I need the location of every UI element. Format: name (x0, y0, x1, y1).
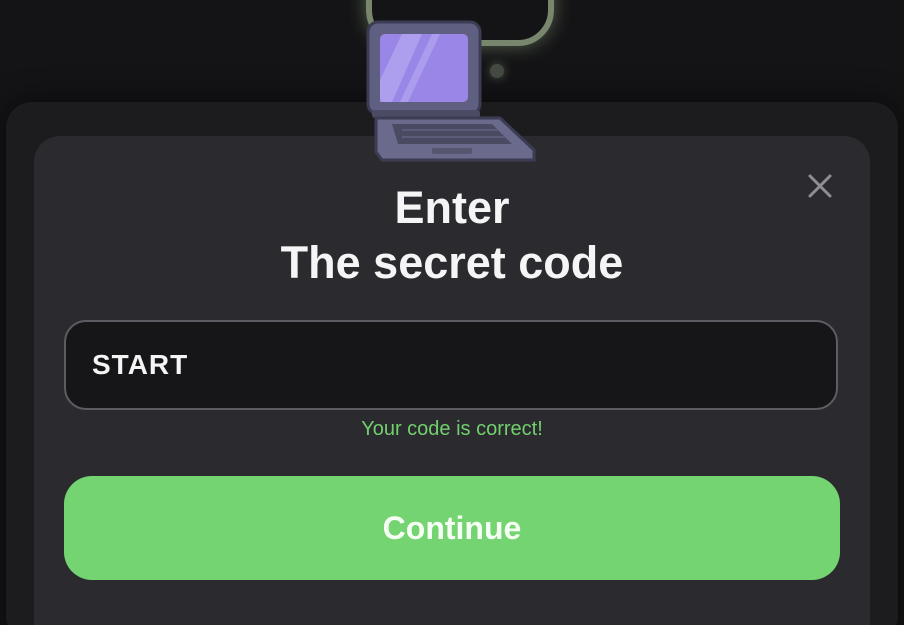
validation-message: Your code is correct! (361, 418, 543, 440)
dialog-title-line-1: Enter (394, 182, 510, 233)
continue-button[interactable]: Continue (64, 476, 840, 580)
secret-code-input[interactable] (64, 320, 838, 410)
secret-code-dialog: Enter The secret code Your code is corre… (34, 136, 870, 625)
dialog-title-line-2: The secret code (280, 237, 624, 288)
app-screen: Enter The secret code Your code is corre… (0, 0, 904, 625)
laptop-icon (366, 20, 536, 162)
